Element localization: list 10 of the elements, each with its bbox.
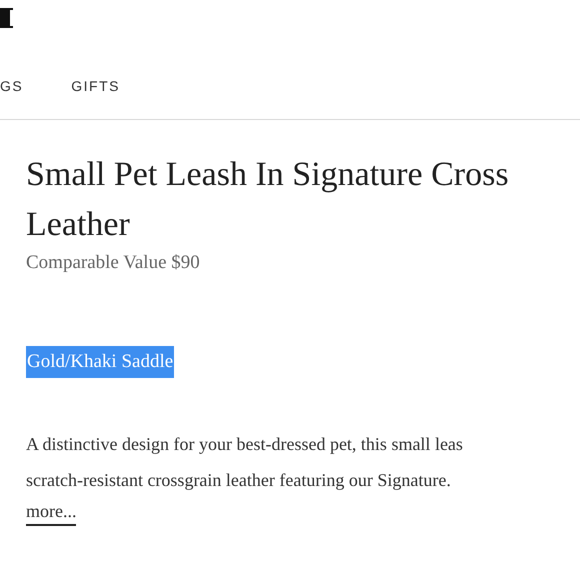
product-title: Leather [26, 205, 130, 245]
product-price: Comparable Value $90 [26, 251, 200, 275]
more-link[interactable]: more... [26, 498, 76, 526]
nav-link[interactable]: GIFTS [71, 77, 120, 95]
product-title: Small Pet Leash In Signature Cross [26, 155, 509, 195]
color-name: Gold/Khaki Saddle [26, 346, 174, 378]
product-description: scratch-resistant crossgrain leather featuring our Signature. [26, 469, 451, 492]
product-description: A distinctive design for your best-dressed pet, this small leas [26, 433, 463, 456]
nav-link[interactable]: GS [0, 77, 24, 95]
logo-fragment-icon [0, 8, 13, 28]
